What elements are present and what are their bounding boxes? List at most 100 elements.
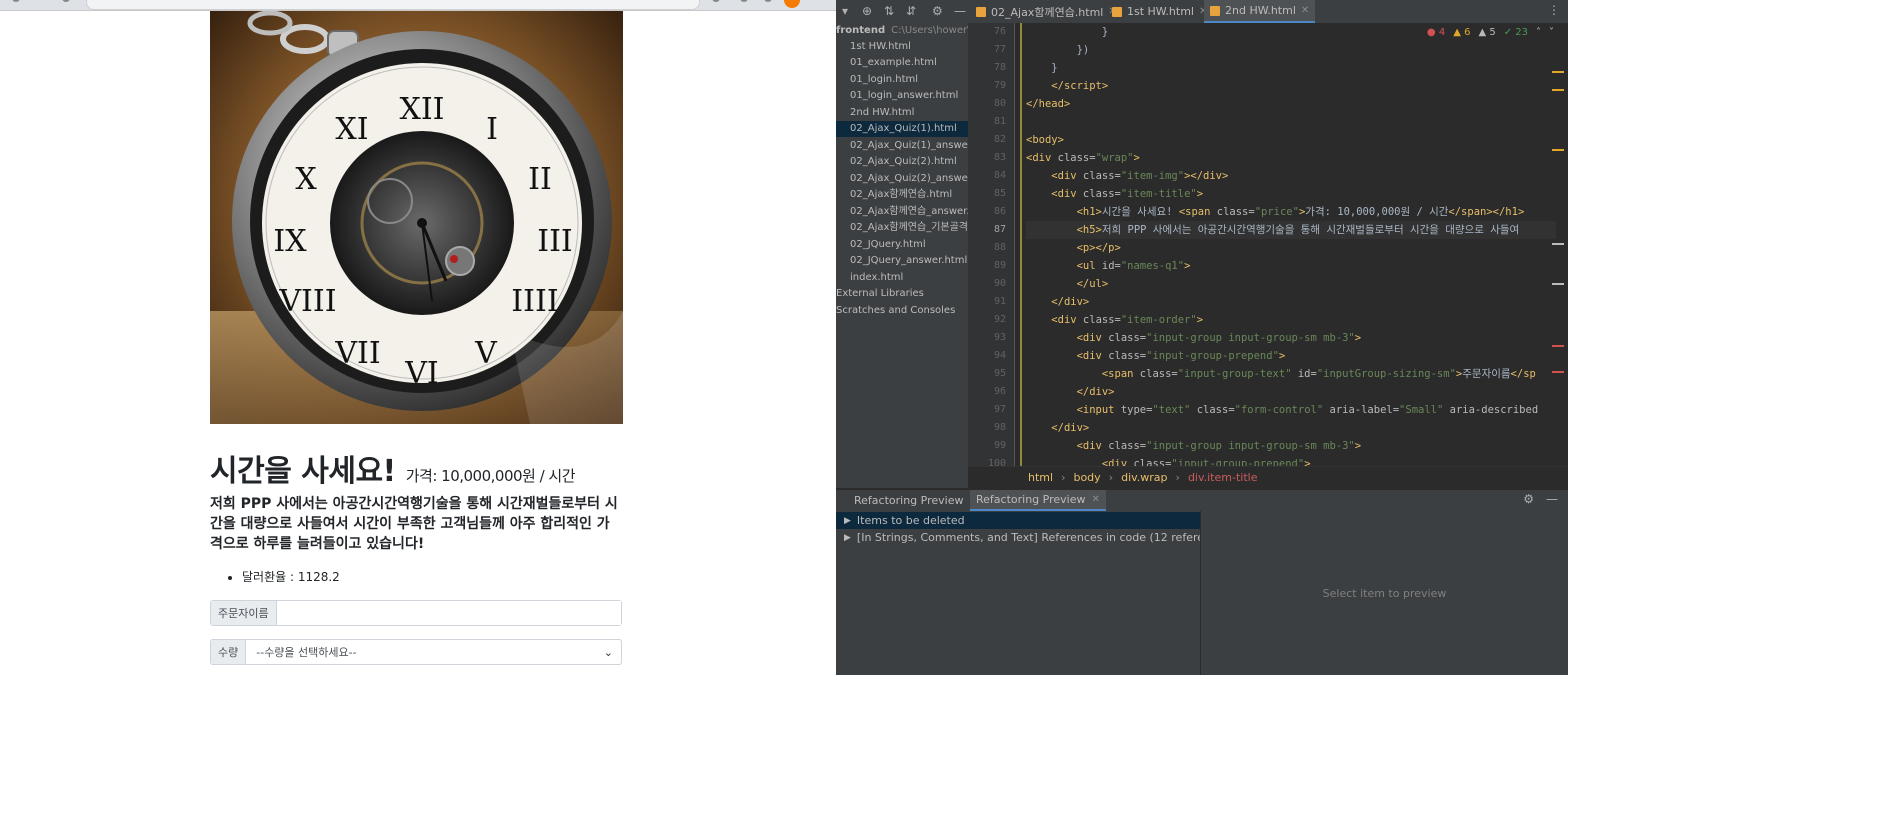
expand-all-icon[interactable]: ⇅ [884, 4, 894, 18]
orderer-input-group: 주문자이름 [210, 600, 622, 626]
file-item[interactable]: 2nd HW.html [836, 105, 968, 121]
back-icon[interactable] [12, 0, 20, 2]
file-item[interactable]: 02_Ajax_Quiz(1)_answer.ht [836, 138, 968, 154]
code-line: <div class="wrap"> [1026, 152, 1140, 164]
file-item[interactable]: 02_JQuery_answer.html [836, 253, 968, 269]
file-item[interactable]: 02_Ajax_Quiz(2)_answer.ht [836, 171, 968, 187]
code-line: </div> [1051, 296, 1090, 308]
file-item[interactable]: 02_Ajax함께연습.html [836, 187, 968, 203]
chevron-right-icon[interactable]: ▶ [844, 516, 851, 526]
sidebar-icon[interactable] [764, 0, 772, 2]
line-number: 86 [993, 206, 1006, 217]
hide-icon[interactable]: — [954, 4, 966, 18]
breadcrumb-item[interactable]: div.wrap [1121, 471, 1167, 484]
file-item[interactable]: 1st HW.html [836, 39, 968, 55]
error-marker[interactable] [1552, 345, 1564, 347]
svg-text:IIII: IIII [511, 284, 558, 319]
tree-node-items-to-delete[interactable]: ▶ Items to be deleted [836, 512, 1200, 529]
tab-label: 2nd HW.html [1225, 4, 1296, 17]
file-item[interactable]: index.html [836, 270, 968, 286]
line-number: 79 [993, 80, 1006, 91]
html-file-icon [1112, 6, 1122, 17]
chevron-right-icon: › [1108, 471, 1114, 484]
tree-node-references[interactable]: ▶ [In Strings, Comments, and Text] Refer… [836, 529, 1200, 546]
svg-text:XI: XI [335, 112, 368, 147]
puzzle-icon[interactable] [740, 0, 748, 2]
quantity-select[interactable]: --수량을 선택하세요-- ⌄ [246, 640, 621, 664]
tab-refactoring-preview-2[interactable]: Refactoring Preview ✕ [970, 490, 1106, 511]
chevron-right-icon[interactable]: ▶ [844, 533, 851, 543]
dropdown-icon[interactable]: ▾ [842, 4, 848, 18]
line-number: 99 [993, 440, 1006, 451]
breadcrumb-item[interactable]: body [1073, 471, 1100, 484]
svg-text:IX: IX [273, 224, 307, 259]
chevron-up-icon[interactable]: ˄ [1536, 27, 1541, 38]
weak-marker[interactable] [1552, 283, 1564, 285]
code-line: } [1026, 26, 1109, 38]
code-line-current: <h5>저희 PPP 사에서는 아공간시간역행기술을 통해 시간재벌들로부터 시… [1026, 221, 1556, 239]
inspection-widget[interactable]: ● 4 ▲ 6 ▲ 5 ✓ 23 ˄ ˅ [1427, 27, 1554, 38]
more-icon[interactable]: ⋮ [1548, 3, 1560, 17]
breadcrumb: html › body › div.wrap › div.item-title [968, 466, 1568, 488]
project-panel: frontendC:\Users\hower\D 1st HW.html 01_… [836, 23, 968, 488]
close-icon[interactable]: ✕ [1301, 5, 1309, 16]
code-line: <h1>시간을 사세요! <span class="price">가격: 10,… [1076, 206, 1525, 218]
refactoring-panel: Refactoring Preview ✕ Refactoring Previe… [836, 489, 1568, 675]
file-item[interactable]: 01_example.html [836, 55, 968, 71]
weak-marker[interactable] [1552, 243, 1564, 245]
breadcrumb-item[interactable]: html [1028, 471, 1053, 484]
extension-icon[interactable] [712, 0, 720, 2]
editor-tab-bar: ▾ ⊕ ⇅ ⇵ ⚙ — 02_Ajax함께연습.html ✕ 1st HW.ht… [836, 0, 1568, 24]
file-item[interactable]: 01_login_answer.html [836, 88, 968, 104]
external-libraries[interactable]: External Libraries [836, 286, 968, 302]
line-number: 94 [993, 350, 1006, 361]
price-label: 가격: 10,000,000원 / 시간 [405, 467, 576, 485]
address-bar[interactable] [86, 0, 700, 10]
code-line: <span class="input-group-text" id="input… [1101, 368, 1536, 380]
locate-icon[interactable]: ⊕ [862, 4, 872, 18]
tab-refactoring-preview-1[interactable]: Refactoring Preview ✕ [848, 490, 984, 511]
chevron-down-icon: ⌄ [603, 645, 613, 659]
preview-pane: Select item to preview [1201, 511, 1568, 675]
warning-count: ▲ 6 [1453, 27, 1471, 38]
file-item-selected[interactable]: 02_Ajax_Quiz(1).html [836, 121, 968, 137]
refactoring-tree: ▶ Items to be deleted ▶ [In Strings, Com… [836, 511, 1201, 675]
file-item[interactable]: 02_JQuery.html [836, 237, 968, 253]
file-item[interactable]: 02_Ajax함께연습_answer.h [836, 204, 968, 220]
tab-2nd-hw[interactable]: 2nd HW.html ✕ [1204, 0, 1316, 23]
collapse-all-icon[interactable]: ⇵ [906, 4, 916, 18]
svg-text:III: III [537, 224, 573, 259]
bottom-tab-bar: Refactoring Preview ✕ Refactoring Previe… [836, 490, 1568, 511]
breadcrumb-item-current[interactable]: div.item-title [1188, 471, 1258, 484]
file-item[interactable]: 02_Ajax_Quiz(2).html [836, 154, 968, 170]
code-line: <div class="input-group input-group-sm m… [1076, 332, 1362, 344]
code-line: </ul> [1076, 278, 1109, 290]
close-icon[interactable]: ✕ [1091, 494, 1099, 505]
warning-marker[interactable] [1552, 71, 1564, 73]
code-line: <div class="item-title"> [1051, 188, 1204, 200]
browser-toolbar [0, 0, 836, 11]
orderer-name-input[interactable] [276, 601, 621, 625]
tab-label: Refactoring Preview [854, 494, 964, 507]
warning-marker[interactable] [1552, 89, 1564, 91]
scratches-and-consoles[interactable]: Scratches and Consoles [836, 303, 968, 319]
svg-text:VIII: VIII [278, 284, 336, 319]
profile-avatar[interactable] [784, 0, 800, 8]
code-editor[interactable]: 76 77 78 79 80 81 82 83 84 85 86 87 88 8… [968, 23, 1568, 466]
gear-icon[interactable]: ⚙ [932, 4, 943, 18]
tab-1st-hw[interactable]: 1st HW.html ✕ [1106, 0, 1213, 23]
chevron-down-icon[interactable]: ˅ [1549, 27, 1554, 38]
reload-icon[interactable] [62, 0, 70, 2]
orderer-label: 주문자이름 [211, 601, 277, 625]
file-item[interactable]: 02_Ajax함께연습_기본골격 [836, 220, 968, 236]
preview-placeholder: Select item to preview [1322, 586, 1447, 600]
error-marker[interactable] [1552, 371, 1564, 373]
line-number: 96 [993, 386, 1006, 397]
project-root[interactable]: frontendC:\Users\hower\D [836, 25, 968, 36]
line-number: 78 [993, 62, 1006, 73]
gear-icon[interactable]: ⚙ [1523, 492, 1534, 506]
warning-marker[interactable] [1552, 149, 1564, 151]
tab-ajax-practice[interactable]: 02_Ajax함께연습.html ✕ [970, 0, 1123, 23]
file-item[interactable]: 01_login.html [836, 72, 968, 88]
hide-icon[interactable]: — [1546, 492, 1558, 506]
